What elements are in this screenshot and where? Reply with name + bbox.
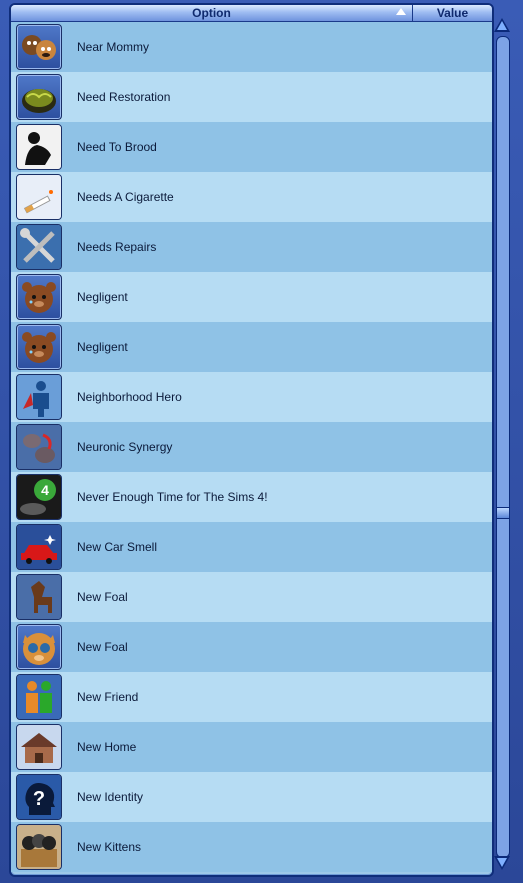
- option-label: Needs Repairs: [77, 240, 157, 254]
- option-row[interactable]: Near Mommy: [11, 22, 492, 72]
- kitten-face-icon: [16, 624, 62, 670]
- option-row[interactable]: Need Restoration: [11, 72, 492, 122]
- option-row[interactable]: ? New Identity: [11, 772, 492, 822]
- option-label: New Kittens: [77, 840, 142, 854]
- list-header: Option Value: [11, 5, 492, 22]
- option-value[interactable]: [413, 422, 492, 472]
- option-label: Near Mommy: [77, 40, 150, 54]
- option-value[interactable]: [413, 472, 492, 522]
- sort-ascending-icon[interactable]: [396, 8, 406, 15]
- option-column-header[interactable]: Option: [11, 5, 413, 21]
- option-label: Need To Brood: [77, 140, 157, 154]
- option-column-label: Option: [192, 6, 231, 20]
- option-value[interactable]: [413, 372, 492, 422]
- option-value[interactable]: [413, 722, 492, 772]
- option-label: New Identity: [77, 790, 144, 804]
- option-row[interactable]: Negligent: [11, 322, 492, 372]
- option-value[interactable]: [413, 622, 492, 672]
- crying-teddy-bear-icon: [16, 324, 62, 370]
- value-column-header[interactable]: Value: [413, 5, 492, 21]
- scroll-up-arrow-icon[interactable]: [494, 18, 510, 32]
- scroll-track[interactable]: [496, 36, 510, 858]
- red-car-icon: [16, 524, 62, 570]
- option-value[interactable]: [413, 172, 492, 222]
- option-value[interactable]: [413, 272, 492, 322]
- option-label: New Car Smell: [77, 540, 158, 554]
- brain-synergy-icon: [16, 424, 62, 470]
- options-list-panel: Option Value Near Mommy Need Restoration N…: [9, 3, 494, 877]
- option-label: Neighborhood Hero: [77, 390, 182, 404]
- option-row[interactable]: Needs Repairs: [11, 222, 492, 272]
- scroll-thumb[interactable]: [497, 507, 509, 519]
- option-value[interactable]: [413, 222, 492, 272]
- option-row[interactable]: New Car Smell: [11, 522, 492, 572]
- option-label: Need Restoration: [77, 90, 171, 104]
- scroll-down-arrow-icon[interactable]: [494, 856, 510, 870]
- option-row[interactable]: Need To Brood: [11, 122, 492, 172]
- sims4-plumbob-icon: 4: [16, 474, 62, 520]
- option-row[interactable]: New Home: [11, 722, 492, 772]
- options-list: Near Mommy Need Restoration Need To Brood N…: [11, 22, 492, 872]
- option-value[interactable]: [413, 572, 492, 622]
- option-value[interactable]: [413, 72, 492, 122]
- puppies-icon: [16, 24, 62, 70]
- option-row[interactable]: Negligent: [11, 272, 492, 322]
- option-row[interactable]: Needs A Cigarette: [11, 172, 492, 222]
- option-row[interactable]: 4 Never Enough Time for The Sims 4!: [11, 472, 492, 522]
- crying-teddy-bear-icon: [16, 274, 62, 320]
- tools-icon: [16, 224, 62, 270]
- option-value[interactable]: [413, 122, 492, 172]
- option-label: New Foal: [77, 590, 128, 604]
- option-value[interactable]: [413, 672, 492, 722]
- option-row[interactable]: Neighborhood Hero: [11, 372, 492, 422]
- option-value[interactable]: [413, 322, 492, 372]
- window-frame: Option Value Near Mommy Need Restoration N…: [0, 0, 523, 883]
- option-label: Needs A Cigarette: [77, 190, 174, 204]
- option-value[interactable]: [413, 22, 492, 72]
- option-row[interactable]: New Friend: [11, 672, 492, 722]
- option-label: New Foal: [77, 640, 128, 654]
- question-head-icon: ?: [16, 774, 62, 820]
- option-label: Never Enough Time for The Sims 4!: [77, 490, 268, 504]
- option-label: New Friend: [77, 690, 139, 704]
- option-label: Negligent: [77, 290, 128, 304]
- option-row[interactable]: New Kittens: [11, 822, 492, 872]
- option-value[interactable]: [413, 772, 492, 822]
- svg-text:?: ?: [33, 788, 45, 810]
- rotten-food-icon: [16, 74, 62, 120]
- foal-icon: [16, 574, 62, 620]
- option-row[interactable]: New Foal: [11, 572, 492, 622]
- cigarette-icon: [16, 174, 62, 220]
- option-row[interactable]: Neuronic Synergy: [11, 422, 492, 472]
- option-label: Neuronic Synergy: [77, 440, 173, 454]
- option-label: Negligent: [77, 340, 128, 354]
- option-row[interactable]: New Foal: [11, 622, 492, 672]
- friends-silhouettes-icon: [16, 674, 62, 720]
- hero-silhouette-icon: [16, 374, 62, 420]
- house-icon: [16, 724, 62, 770]
- option-label: New Home: [77, 740, 137, 754]
- kittens-in-box-icon: [16, 824, 62, 870]
- brooding-silhouette-icon: [16, 124, 62, 170]
- svg-text:4: 4: [41, 482, 49, 498]
- vertical-scrollbar[interactable]: [494, 18, 511, 870]
- option-value[interactable]: [413, 822, 492, 872]
- option-value[interactable]: [413, 522, 492, 572]
